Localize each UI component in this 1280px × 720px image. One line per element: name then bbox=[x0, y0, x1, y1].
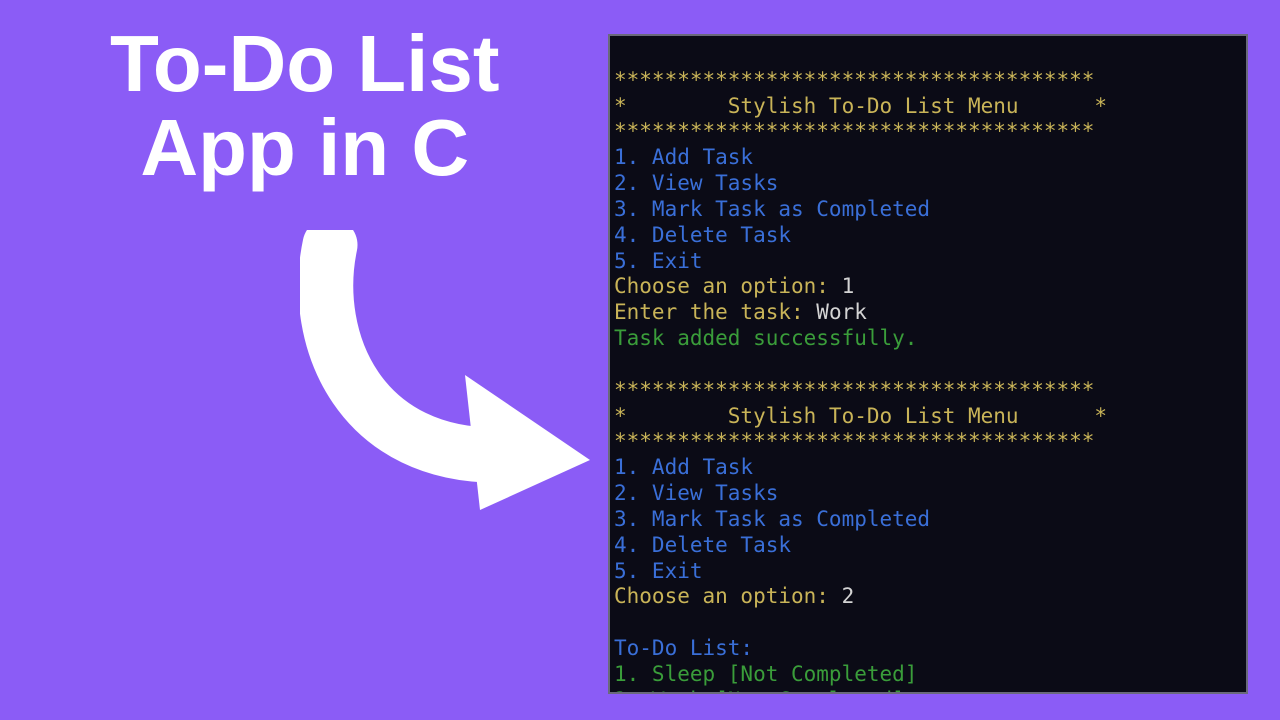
menu-border: ************************************** bbox=[614, 119, 1094, 143]
menu-item-add-task: 1. Add Task bbox=[614, 145, 753, 169]
title-line-2: App in C bbox=[110, 106, 500, 190]
user-input-option: 1 bbox=[842, 274, 855, 298]
user-input-task: Work bbox=[816, 300, 867, 324]
menu-item-add-task: 1. Add Task bbox=[614, 455, 753, 479]
menu-header: * Stylish To-Do List Menu * bbox=[614, 404, 1107, 428]
list-item: 2. Work [Not Completed] bbox=[614, 688, 905, 694]
menu-border: ************************************** bbox=[614, 68, 1094, 92]
curved-arrow-icon bbox=[300, 230, 600, 510]
menu-border: ************************************** bbox=[614, 378, 1094, 402]
prompt-enter-task: Enter the task: bbox=[614, 300, 816, 324]
prompt-choose: Choose an option: bbox=[614, 274, 842, 298]
terminal-window: ************************************** *… bbox=[608, 34, 1248, 694]
list-heading: To-Do List: bbox=[614, 636, 753, 660]
heading-title: To-Do List App in C bbox=[110, 22, 500, 190]
menu-item-exit: 5. Exit bbox=[614, 249, 703, 273]
menu-item-exit: 5. Exit bbox=[614, 559, 703, 583]
success-message: Task added successfully. bbox=[614, 326, 917, 350]
menu-item-mark-completed: 3. Mark Task as Completed bbox=[614, 507, 930, 531]
title-line-1: To-Do List bbox=[110, 22, 500, 106]
menu-item-delete-task: 4. Delete Task bbox=[614, 533, 791, 557]
list-item: 1. Sleep [Not Completed] bbox=[614, 662, 917, 686]
user-input-option: 2 bbox=[842, 584, 855, 608]
menu-header: * Stylish To-Do List Menu * bbox=[614, 94, 1107, 118]
prompt-choose: Choose an option: bbox=[614, 584, 842, 608]
menu-item-view-tasks: 2. View Tasks bbox=[614, 171, 778, 195]
menu-item-mark-completed: 3. Mark Task as Completed bbox=[614, 197, 930, 221]
menu-item-view-tasks: 2. View Tasks bbox=[614, 481, 778, 505]
menu-item-delete-task: 4. Delete Task bbox=[614, 223, 791, 247]
menu-border: ************************************** bbox=[614, 429, 1094, 453]
